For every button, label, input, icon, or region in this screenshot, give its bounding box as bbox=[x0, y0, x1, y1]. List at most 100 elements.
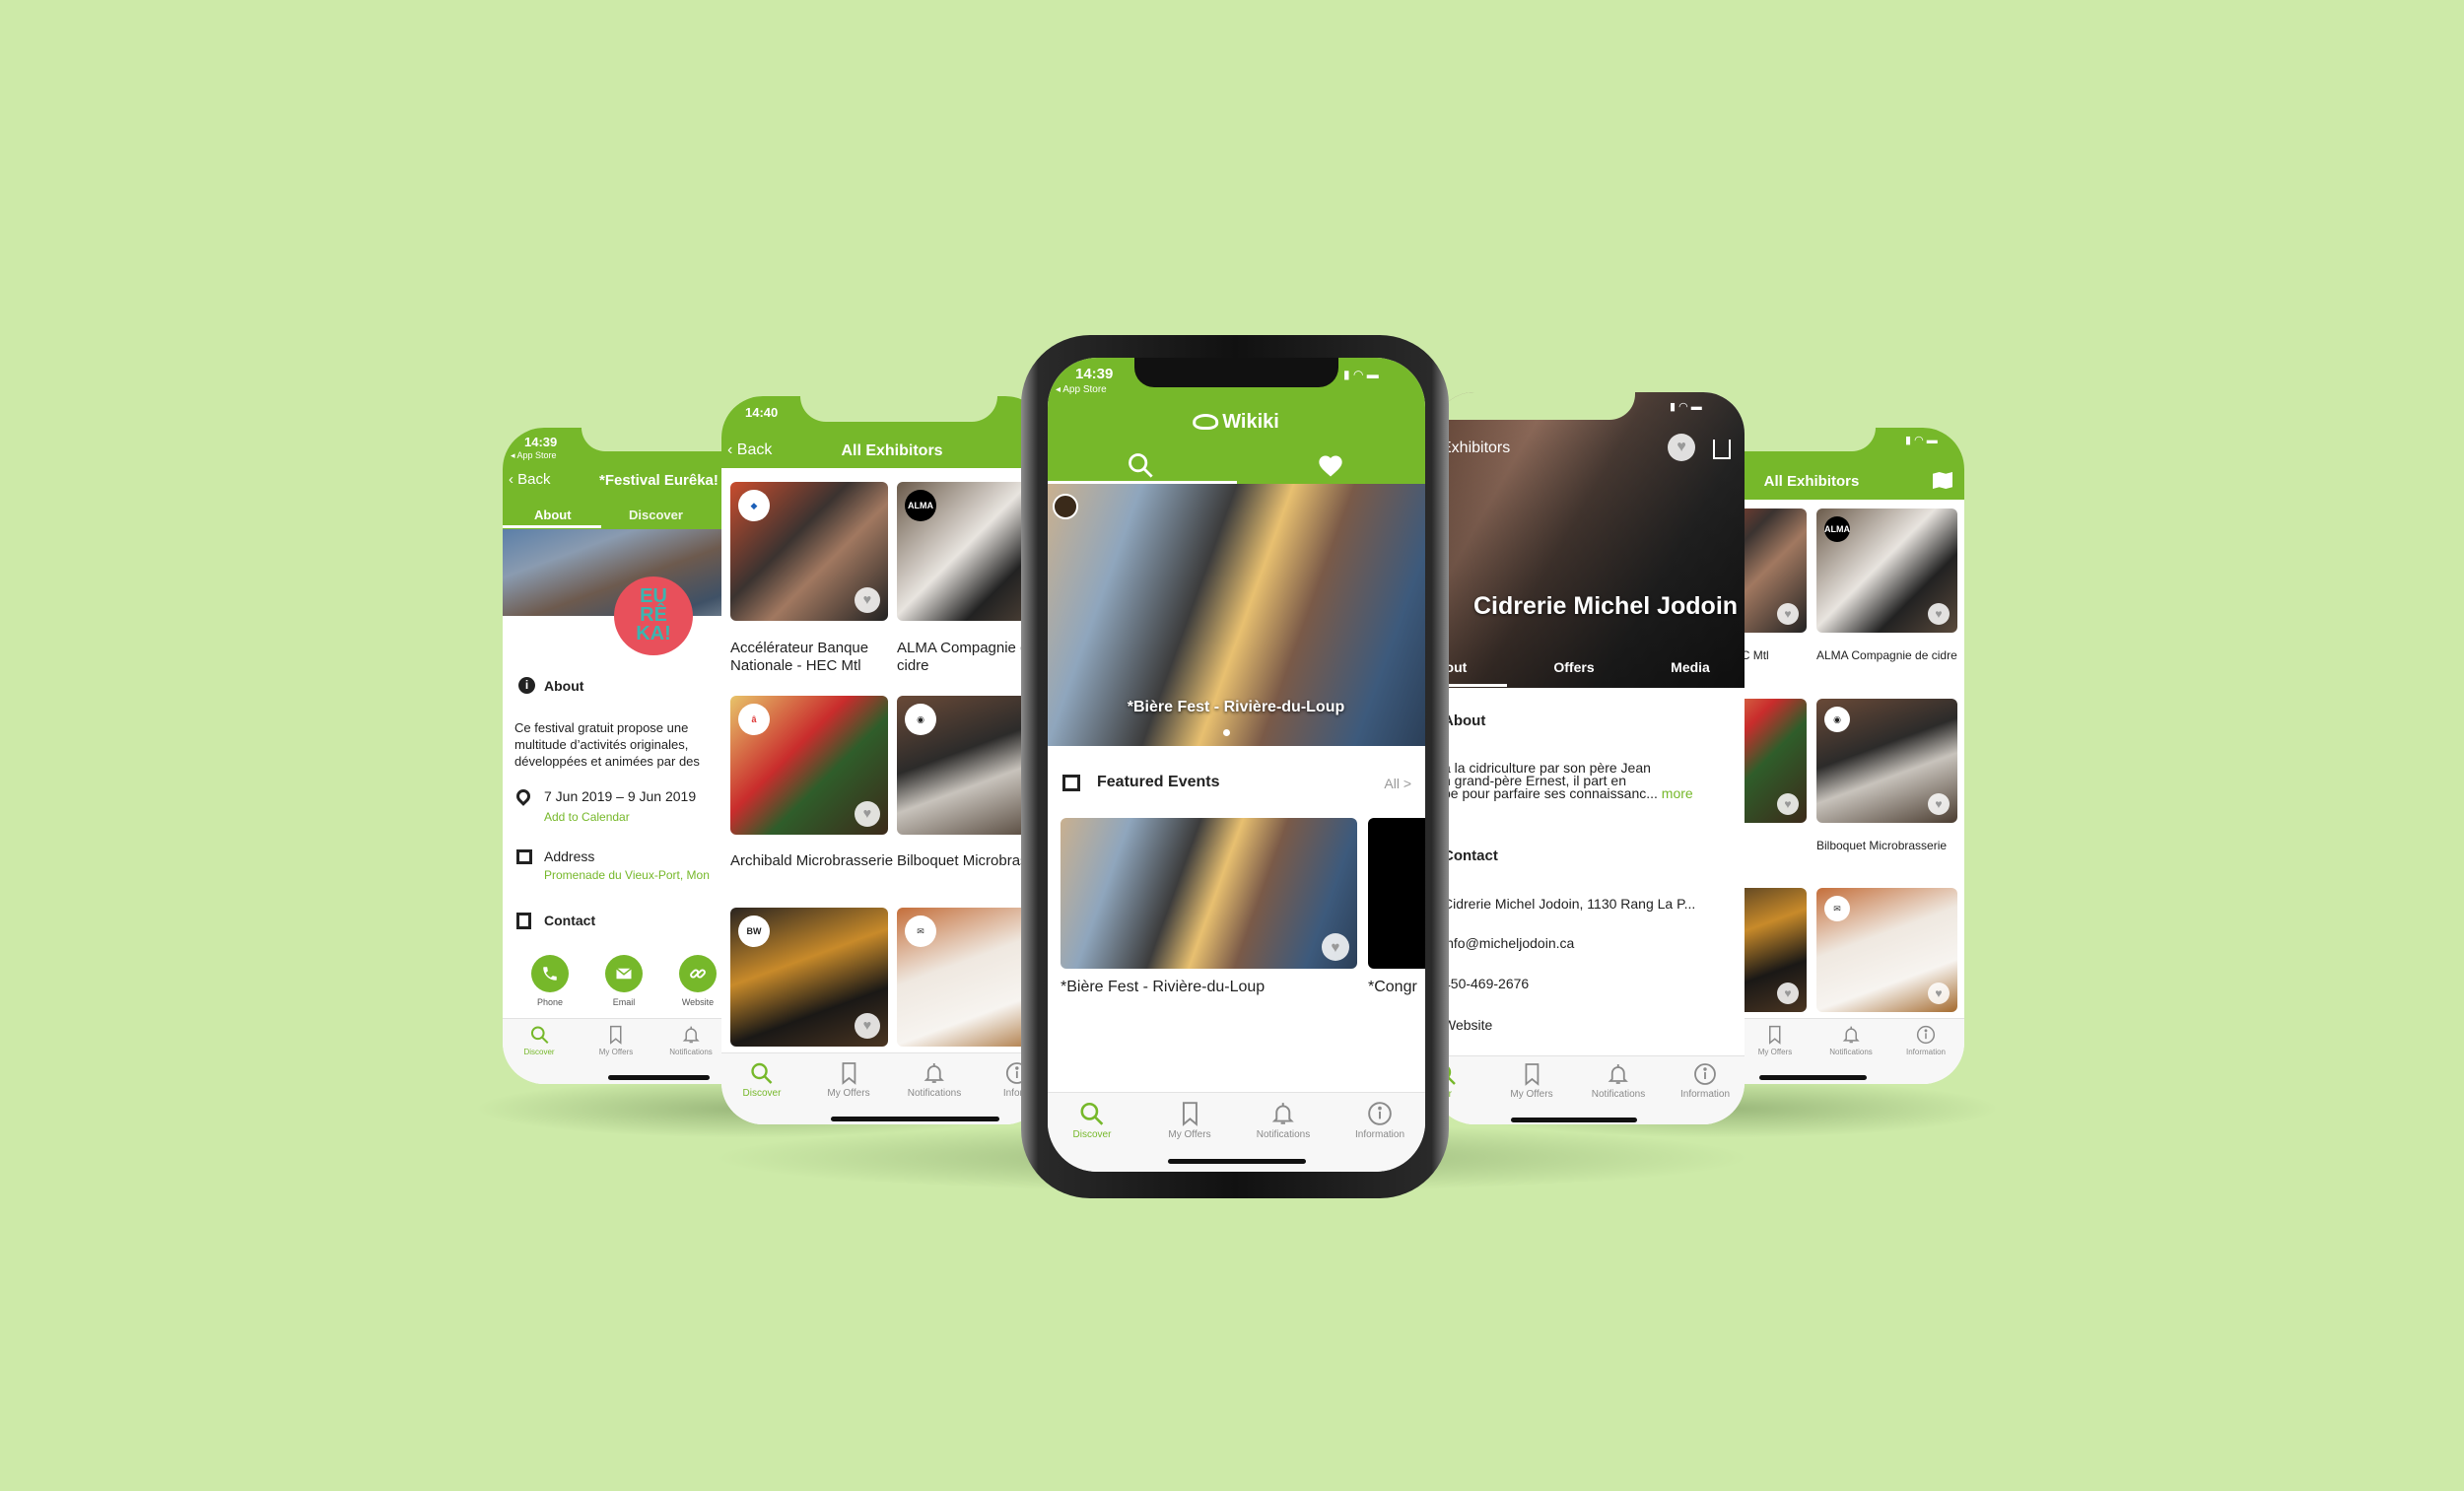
exhibitor-name[interactable]: Archibald Microbrasserie bbox=[730, 852, 898, 870]
signal-wifi-battery-icons: ▮ ◠ ▬ bbox=[1343, 368, 1379, 381]
tab-about[interactable]: About bbox=[534, 508, 572, 522]
event-dates: 7 Jun 2019 – 9 Jun 2019 bbox=[544, 788, 697, 804]
event-title[interactable]: *Bière Fest - Rivière-du-Loup bbox=[1061, 979, 1265, 996]
tab-information[interactable]: Information bbox=[1355, 1101, 1404, 1140]
tab-my-offers[interactable]: My Offers bbox=[1510, 1062, 1553, 1100]
tab-my-offers[interactable]: My Offers bbox=[1757, 1025, 1793, 1056]
exhibitor-name[interactable]: Accélérateur Banque Nationale - HEC Mtl bbox=[730, 640, 898, 675]
back-button[interactable]: ‹ Back bbox=[509, 471, 551, 488]
all-events-link[interactable]: All > bbox=[1384, 776, 1411, 791]
tab-discover[interactable]: Discover bbox=[1073, 1101, 1111, 1140]
contact-email-button[interactable]: Email bbox=[599, 955, 649, 1007]
home-indicator bbox=[1168, 1159, 1306, 1164]
favorite-button[interactable]: ♥ bbox=[855, 1013, 880, 1039]
contact-icon bbox=[516, 913, 531, 929]
tab-discover[interactable]: Discover bbox=[523, 1025, 555, 1056]
tab-offers[interactable]: Offers bbox=[1553, 659, 1594, 675]
tab-bar: Discover My Offers Notifications Inform bbox=[721, 1052, 1047, 1124]
favorite-button[interactable]: ♥ bbox=[1928, 603, 1950, 625]
info-icon bbox=[1367, 1101, 1393, 1126]
app-store-back-link[interactable]: ◂ App Store bbox=[1056, 384, 1107, 395]
info-icon bbox=[1916, 1025, 1936, 1045]
tab-my-offers[interactable]: My Offers bbox=[1168, 1101, 1211, 1140]
event-title[interactable]: *Congr bbox=[1368, 979, 1417, 996]
favorites-tab[interactable] bbox=[1317, 452, 1344, 480]
exhibitor-name[interactable]: Bilboquet Microbrasserie bbox=[1816, 839, 1964, 853]
about-heading: About bbox=[544, 678, 584, 694]
favorite-button[interactable]: ♥ bbox=[1322, 933, 1349, 961]
exhibitor-card[interactable]: ALMA ♥ bbox=[1816, 508, 1957, 633]
tab-label: Discover bbox=[742, 1088, 782, 1099]
address-link[interactable]: Promenade du Vieux-Port, Mon bbox=[544, 868, 710, 882]
tab-notifications[interactable]: Notifications bbox=[1829, 1025, 1873, 1056]
favorite-button[interactable]: ♥ bbox=[1777, 603, 1799, 625]
tab-information[interactable]: Information bbox=[1906, 1025, 1946, 1056]
bookmark-icon bbox=[837, 1061, 860, 1085]
favorite-button[interactable]: ♥ bbox=[1777, 983, 1799, 1004]
app-store-back-link[interactable]: ◂ App Store bbox=[511, 450, 557, 461]
exhibitor-card[interactable]: ◆♥ bbox=[730, 482, 888, 621]
featured-events-heading: Featured Events bbox=[1097, 774, 1220, 790]
exhibitor-card[interactable]: ◉♥ bbox=[1816, 699, 1957, 823]
bookmark-icon bbox=[1520, 1062, 1543, 1086]
exhibitor-card[interactable]: â♥ bbox=[730, 696, 888, 835]
website-link[interactable]: Website bbox=[1443, 1017, 1492, 1033]
favorite-button[interactable]: ♥ bbox=[1777, 793, 1799, 815]
favorite-button[interactable]: ♥ bbox=[1928, 793, 1950, 815]
map-view-button[interactable] bbox=[1933, 472, 1952, 489]
exhibitor-logo: â bbox=[738, 704, 770, 735]
tab-notifications[interactable]: Notifications bbox=[1257, 1101, 1310, 1140]
email-link[interactable]: info@micheljodoin.ca bbox=[1443, 935, 1574, 951]
tab-label: Information bbox=[1905, 1048, 1947, 1056]
tab-discover[interactable]: Discover bbox=[742, 1061, 782, 1099]
back-label: Back bbox=[517, 471, 551, 488]
tab-notifications[interactable]: Notifications bbox=[669, 1025, 713, 1056]
exhibitor-logo: BW bbox=[738, 915, 770, 947]
exhibitor-name: Cidrerie Michel Jodoin bbox=[1472, 592, 1739, 620]
tab-information[interactable]: Information bbox=[1680, 1062, 1730, 1100]
back-button[interactable]: Exhibitors bbox=[1441, 440, 1510, 457]
tab-discover[interactable]: Discover bbox=[629, 508, 683, 522]
exhibitor-card[interactable]: BW ♥ bbox=[730, 908, 888, 1047]
tab-my-offers[interactable]: My Offers bbox=[599, 1025, 633, 1056]
tab-notifications[interactable]: Notifications bbox=[1592, 1062, 1645, 1100]
exhibitor-card[interactable]: ✉♥ bbox=[1816, 888, 1957, 1012]
tab-label: My Offers bbox=[1757, 1048, 1793, 1056]
tab-label: Notifications bbox=[1829, 1048, 1873, 1056]
back-button[interactable]: ‹ Back bbox=[727, 441, 772, 459]
info-icon bbox=[1693, 1062, 1717, 1086]
about-heading: About bbox=[1443, 712, 1486, 729]
share-button[interactable] bbox=[1713, 440, 1731, 459]
contact-website-button[interactable]: Website bbox=[673, 955, 722, 1007]
search-tab[interactable] bbox=[1127, 451, 1154, 479]
event-card[interactable] bbox=[1368, 818, 1425, 969]
carousel-dot[interactable] bbox=[1223, 729, 1230, 736]
contact-action-label: Website bbox=[681, 997, 715, 1007]
page-title: All Exhibitors bbox=[841, 442, 943, 459]
back-label: Back bbox=[736, 441, 773, 458]
wikiki-logo: Wikiki bbox=[1193, 411, 1279, 434]
phone-all-exhibitors: 14:40 ‹ Back All Exhibitors ◆ ♥ Accélérate… bbox=[721, 396, 1047, 1124]
contact-heading: Contact bbox=[1443, 847, 1498, 864]
active-tab-indicator bbox=[503, 525, 601, 528]
favorite-button[interactable]: ♥ bbox=[855, 587, 880, 613]
link-icon bbox=[679, 955, 717, 992]
exhibitor-name[interactable]: ALMA Compagnie de cidre bbox=[1816, 648, 1964, 663]
favorite-button[interactable]: ♥ bbox=[855, 801, 880, 827]
favorite-button[interactable]: ♥ bbox=[1928, 983, 1950, 1004]
tab-notifications[interactable]: Notifications bbox=[908, 1061, 961, 1099]
contact-phone-button[interactable]: Phone bbox=[525, 955, 575, 1007]
phone-link[interactable]: 450-469-2676 bbox=[1443, 976, 1529, 991]
event-card[interactable]: ♥ bbox=[1061, 818, 1357, 969]
more-link[interactable]: more bbox=[1662, 785, 1693, 801]
favorite-button[interactable]: ♥ bbox=[1668, 434, 1695, 461]
tab-my-offers[interactable]: My Offers bbox=[827, 1061, 870, 1099]
phone-icon bbox=[531, 955, 569, 992]
address-link[interactable]: Cidrerie Michel Jodoin, 1130 Rang La P..… bbox=[1443, 896, 1695, 912]
signal-wifi-battery-icons: ▮ ◠ ▬ bbox=[1905, 435, 1938, 446]
status-time: 14:39 bbox=[524, 435, 558, 449]
tab-media[interactable]: Media bbox=[1671, 659, 1710, 675]
add-to-calendar-link[interactable]: Add to Calendar bbox=[544, 810, 630, 824]
status-time: 14:39 bbox=[1075, 366, 1114, 382]
festival-description: Ce festival gratuit propose une multitude… bbox=[514, 720, 700, 769]
